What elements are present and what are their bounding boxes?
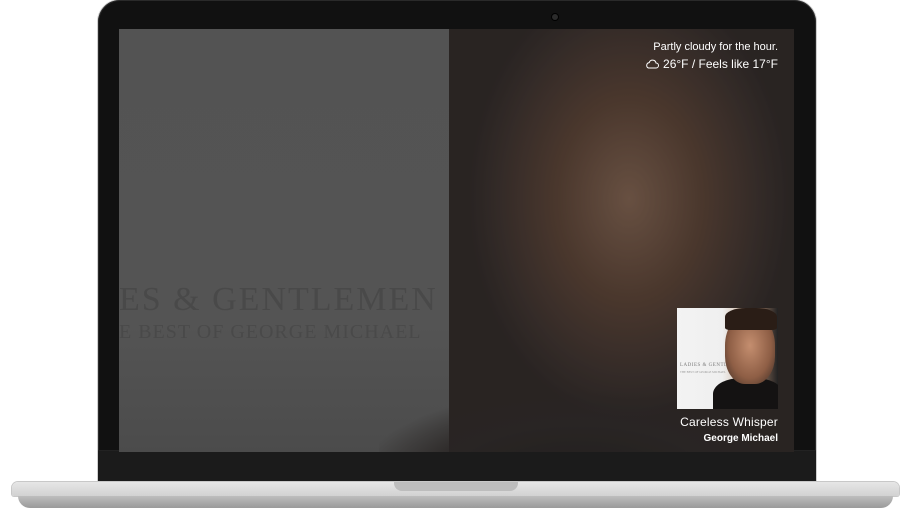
album-art: LADIES & GENTLEMEN THE BEST OF GEORGE MI…: [677, 308, 778, 409]
album-art-subtitle: THE BEST OF GEORGE MICHAEL: [680, 370, 726, 374]
weather-temperature-row: 26°F / Feels like 17°F: [645, 56, 778, 72]
now-playing-widget: LADIES & GENTLEMEN THE BEST OF GEORGE MI…: [677, 308, 778, 445]
weather-widget: Partly cloudy for the hour. 26°F / Feels…: [645, 40, 778, 72]
laptop-base-bottom: [18, 496, 893, 508]
track-artist: George Michael: [703, 433, 778, 444]
camera-icon: [552, 14, 558, 20]
weather-summary: Partly cloudy for the hour.: [653, 41, 778, 53]
album-art-hair: [725, 308, 777, 330]
laptop-bezel-chin: [98, 450, 816, 486]
track-title: Careless Whisper: [680, 415, 778, 429]
cloud-icon: [646, 59, 659, 69]
laptop-opening-notch: [394, 482, 518, 491]
weather-temperature: 26°F / Feels like 17°F: [663, 57, 778, 71]
laptop-screen: ES & GENTLEMEN E BEST OF GEORGE MICHAEL …: [119, 29, 794, 452]
